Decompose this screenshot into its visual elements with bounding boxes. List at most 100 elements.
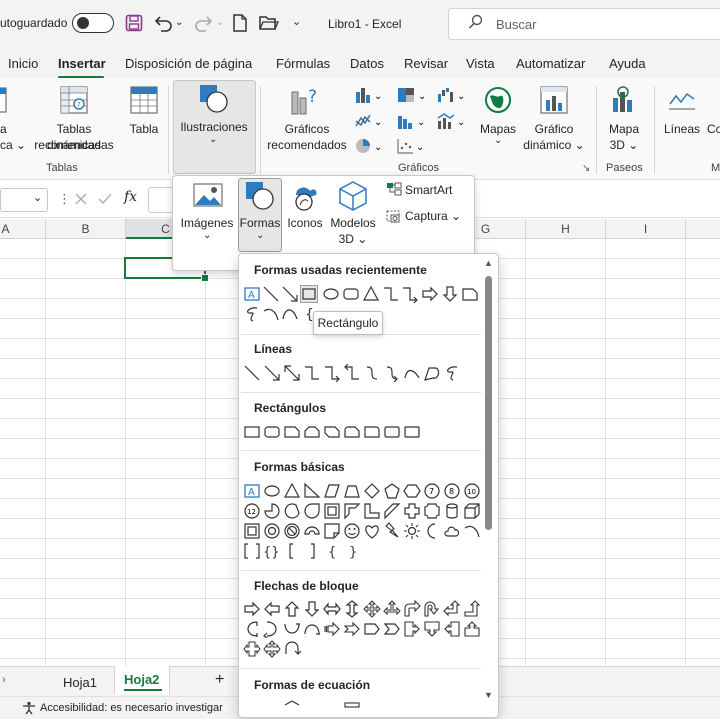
curved-arrow-connector-icon[interactable] xyxy=(383,364,401,382)
down-arrow-shape-icon[interactable] xyxy=(303,600,321,618)
pivot-table-icon[interactable]: ? xyxy=(60,86,88,117)
up-callout-arrow-icon[interactable] xyxy=(463,620,481,638)
lightning-bolt-icon[interactable] xyxy=(383,522,401,540)
double-brace-icon[interactable]: {} xyxy=(263,542,281,560)
pie-shape-icon[interactable] xyxy=(263,502,281,520)
dialog-launcher-icon[interactable]: ↘ xyxy=(582,163,590,174)
customize-toolbar-icon[interactable]: ⌄ xyxy=(292,15,301,28)
snip-corner-rectangle-icon[interactable] xyxy=(283,423,301,441)
notched-right-arrow-icon[interactable] xyxy=(343,620,361,638)
arc-shape-icon[interactable] xyxy=(281,305,299,323)
tab-revisar[interactable]: Revisar xyxy=(404,56,448,71)
statistic-chart-icon[interactable]: ⌄ xyxy=(396,112,426,133)
tab-inicio[interactable]: Inicio xyxy=(8,56,38,71)
screenshot-label[interactable]: Captura ⌄ xyxy=(405,209,461,223)
icons-icon[interactable] xyxy=(290,181,320,214)
minus-shape-icon[interactable] xyxy=(283,699,301,717)
right-triangle-icon[interactable] xyxy=(303,482,321,500)
images-label[interactable]: Imágenes xyxy=(178,215,236,231)
right-arrow-shape-icon[interactable] xyxy=(421,285,439,303)
right-brace-icon[interactable]: } xyxy=(343,542,361,560)
dodecagon-icon[interactable]: 12 xyxy=(243,502,261,520)
redo-dropdown-icon[interactable]: ⌄ xyxy=(216,17,224,28)
waterfall-chart-icon[interactable]: ⌄ xyxy=(436,86,466,107)
new-file-icon[interactable] xyxy=(229,12,251,34)
chord-shape-icon[interactable] xyxy=(283,502,301,520)
pivot-table-label-2[interactable]: recomendadas xyxy=(28,137,120,153)
triangle-shape-icon[interactable] xyxy=(362,285,380,303)
left-arrow-shape-icon[interactable] xyxy=(263,600,281,618)
pivot-chart-label-1[interactable]: Gráfico xyxy=(520,121,588,137)
round-diagonal-rectangle-icon[interactable] xyxy=(403,423,421,441)
hierarchy-chart-icon[interactable]: ⌄ xyxy=(396,86,426,107)
hexagon-icon[interactable] xyxy=(403,482,421,500)
diamond-icon[interactable] xyxy=(363,482,381,500)
curved-connector-icon[interactable] xyxy=(363,364,381,382)
snip-rectangle-icon[interactable] xyxy=(461,285,479,303)
combo-chart-icon[interactable]: ⌄ xyxy=(436,112,466,133)
add-sheet-button[interactable]: + xyxy=(215,671,224,689)
accessibility-status[interactable]: Accesibilidad: es necesario investigar xyxy=(40,702,223,714)
donut-shape-icon[interactable] xyxy=(263,522,281,540)
undo-icon[interactable] xyxy=(152,12,174,34)
insert-function-icon[interactable]: fx xyxy=(124,189,137,205)
bent-up-arrow-icon[interactable] xyxy=(463,600,481,618)
name-box-dropdown-icon[interactable]: ⌄ xyxy=(33,191,42,204)
line-chart-icon[interactable]: ⌄ xyxy=(354,112,384,133)
save-icon[interactable] xyxy=(123,12,145,34)
cube-shape-icon[interactable] xyxy=(463,502,481,520)
left-bracket-icon[interactable] xyxy=(283,542,301,560)
right-arrow-shape-icon[interactable] xyxy=(243,600,261,618)
column-chart-icon[interactable]: ⌄ xyxy=(354,86,384,107)
smartart-label[interactable]: SmartArt xyxy=(405,183,452,197)
search-box[interactable] xyxy=(448,8,720,40)
bent-arrow-icon[interactable] xyxy=(403,600,421,618)
redo-icon[interactable] xyxy=(193,12,215,34)
quad-callout-arrow-icon[interactable] xyxy=(263,640,281,658)
3d-models-label-2[interactable]: 3D ⌄ xyxy=(328,231,378,247)
3d-map-icon[interactable] xyxy=(609,86,639,119)
tab-insertar[interactable]: Insertar xyxy=(58,56,106,71)
block-arc-icon[interactable] xyxy=(303,522,321,540)
maps-icon[interactable] xyxy=(484,86,512,117)
column-header-b[interactable]: B xyxy=(46,219,126,239)
scribble-shape-icon[interactable] xyxy=(243,305,261,323)
circular-arrow-icon[interactable] xyxy=(283,640,301,658)
pie-chart-icon[interactable]: ⌄ xyxy=(354,137,384,158)
cross-shape-icon[interactable] xyxy=(403,502,421,520)
freeform-shape-icon[interactable] xyxy=(423,364,441,382)
cloud-shape-icon[interactable] xyxy=(443,522,461,540)
left-right-up-arrow-icon[interactable] xyxy=(383,600,401,618)
teardrop-icon[interactable] xyxy=(303,502,321,520)
l-shape-icon[interactable] xyxy=(363,502,381,520)
screenshot-icon[interactable] xyxy=(386,208,402,227)
more-options-icon[interactable]: ⋮ xyxy=(58,191,71,207)
accessibility-icon[interactable] xyxy=(22,701,36,718)
curved-up-arrow-icon[interactable] xyxy=(283,620,301,638)
double-bracket-icon[interactable] xyxy=(243,542,261,560)
text-box-icon[interactable]: A xyxy=(243,482,261,500)
parallelogram-icon[interactable] xyxy=(323,482,341,500)
striped-right-arrow-icon[interactable] xyxy=(323,620,341,638)
elbow-arrow-connector-icon[interactable] xyxy=(401,285,419,303)
down-callout-arrow-icon[interactable] xyxy=(423,620,441,638)
double-arrow-line-icon[interactable] xyxy=(283,364,301,382)
folded-corner-icon[interactable] xyxy=(323,522,341,540)
pivot-chart-icon[interactable] xyxy=(540,86,568,117)
left-right-callout-arrow-icon[interactable] xyxy=(243,640,261,658)
curved-right-arrow-icon[interactable] xyxy=(243,620,261,638)
tab-ayuda[interactable]: Ayuda xyxy=(609,56,646,71)
round-single-corner-rectangle-icon[interactable] xyxy=(363,423,381,441)
pivot-chart-label-2[interactable]: dinámico ⌄ xyxy=(520,137,588,153)
rounded-rectangle-icon[interactable] xyxy=(263,423,281,441)
scatter-chart-icon[interactable]: ⌄ xyxy=(396,137,426,158)
column-header-a[interactable]: A xyxy=(0,219,46,239)
sheet-tab-hoja2[interactable]: Hoja2 xyxy=(124,672,159,687)
curve-shape-icon[interactable] xyxy=(262,305,280,323)
oval-shape-icon[interactable] xyxy=(322,285,340,303)
sparkline-lines-label[interactable]: Líneas xyxy=(662,121,702,137)
u-turn-arrow-icon[interactable] xyxy=(423,600,441,618)
rectangle-shape-icon[interactable] xyxy=(243,423,261,441)
left-callout-arrow-icon[interactable] xyxy=(443,620,461,638)
3d-map-label-2[interactable]: 3D ⌄ xyxy=(600,137,648,153)
